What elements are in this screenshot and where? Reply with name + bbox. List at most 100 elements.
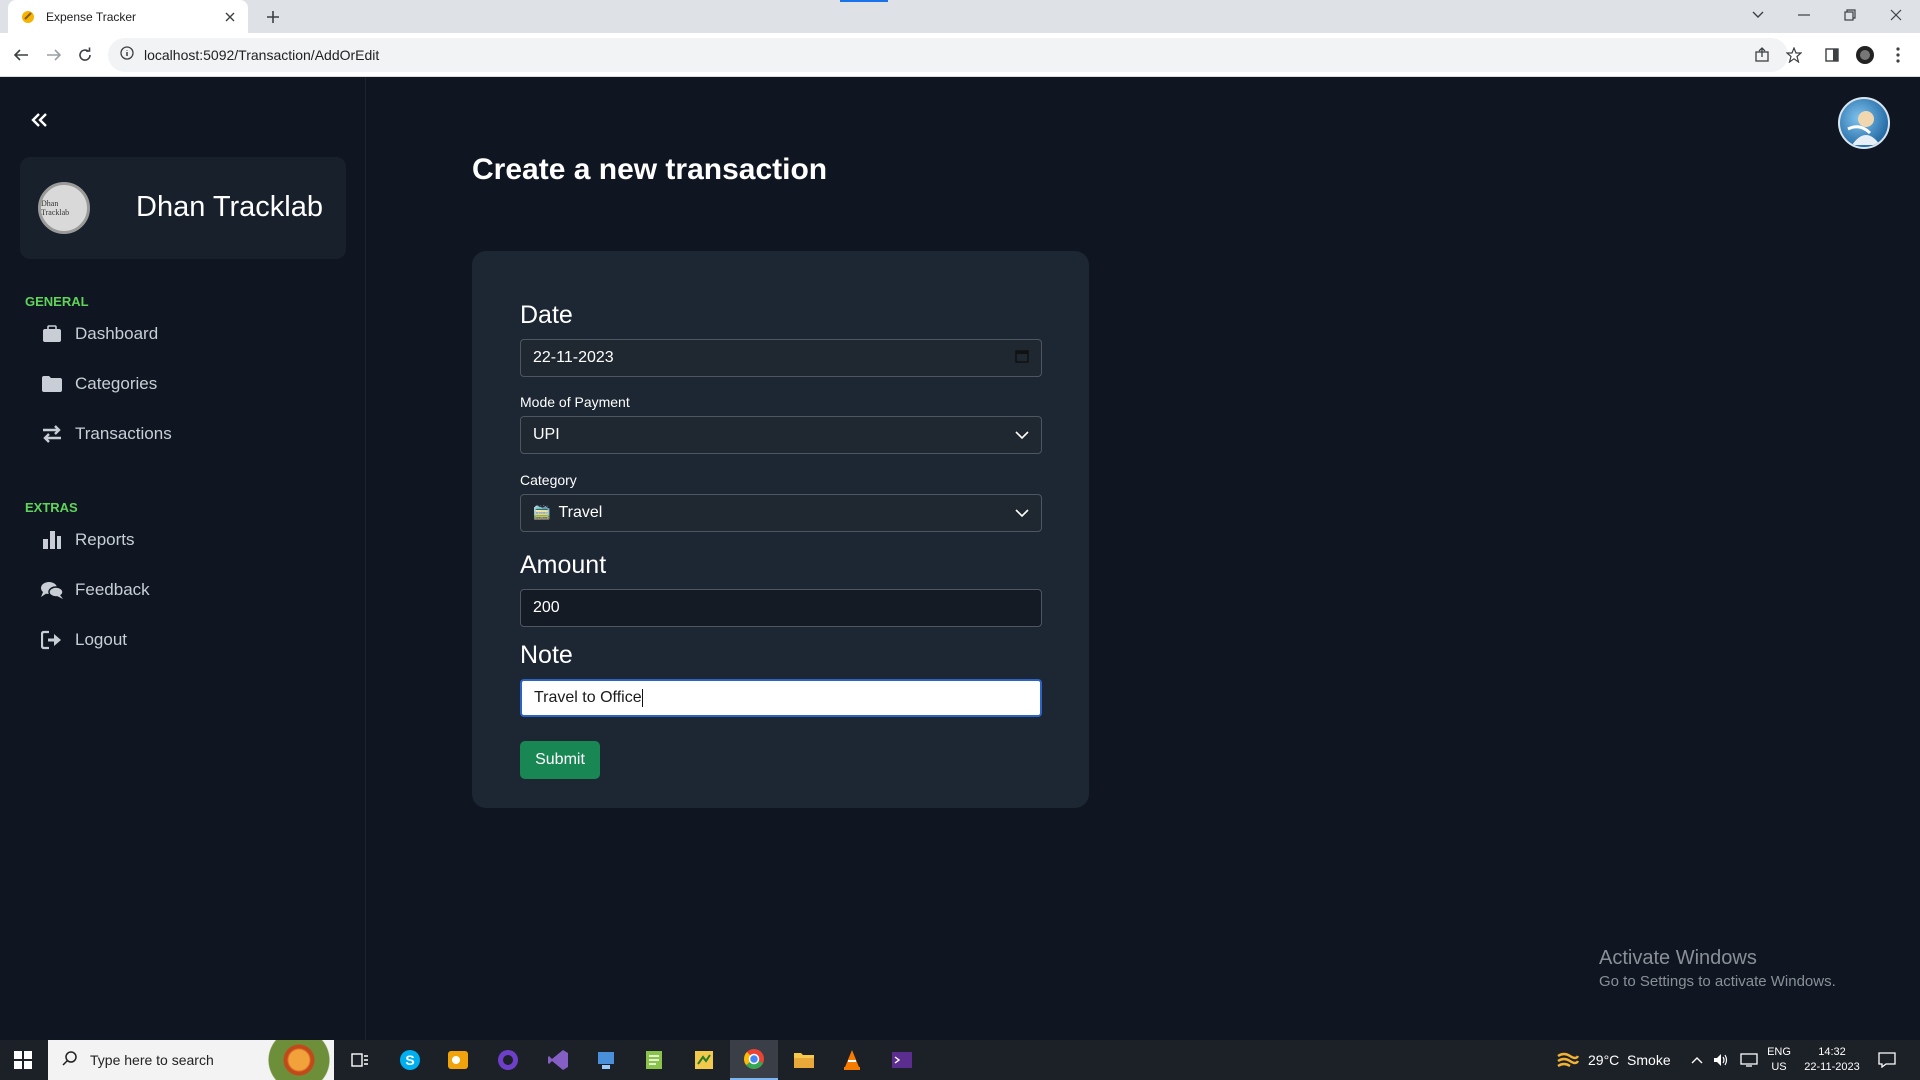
- date-field[interactable]: 22-11-2023: [520, 339, 1042, 377]
- category-emoji-icon: 🚞: [533, 505, 551, 521]
- minimize-icon[interactable]: [1781, 0, 1827, 30]
- clock-time: 14:32: [1818, 1046, 1846, 1058]
- brand-card: Dhan Tracklab Dhan Tracklab: [20, 157, 346, 259]
- windows-taskbar: Type here to search S 29°C Smoke ENG US …: [0, 1040, 1920, 1080]
- network-app-icon[interactable]: [582, 1040, 630, 1080]
- visual-studio-icon[interactable]: [534, 1040, 582, 1080]
- text-caret: [641, 688, 643, 707]
- note-input[interactable]: Travel to Office: [520, 679, 1042, 717]
- category-select[interactable]: 🚞 Travel: [520, 494, 1042, 532]
- section-title-general: GENERAL: [25, 294, 89, 309]
- dashboard-icon: [40, 322, 64, 346]
- note-label: Note: [520, 641, 573, 669]
- weather-widget[interactable]: 29°C Smoke: [1556, 1040, 1671, 1080]
- taskbar-clock[interactable]: 14:32 22-11-2023: [1800, 1040, 1864, 1080]
- volume-icon[interactable]: [1713, 1040, 1729, 1080]
- sidebar-item-label: Feedback: [75, 580, 150, 599]
- weather-text: 29°C Smoke: [1588, 1052, 1671, 1068]
- address-bar[interactable]: localhost:5092/Transaction/AddOrEdit: [108, 38, 1788, 72]
- user-avatar[interactable]: [1838, 97, 1890, 149]
- bookmark-star-icon[interactable]: [1782, 43, 1806, 67]
- browser-menu-icon[interactable]: [1886, 43, 1910, 67]
- tab-title: Expense Tracker: [46, 9, 137, 24]
- collapse-sidebar-icon[interactable]: [26, 107, 52, 133]
- reload-icon[interactable]: [73, 43, 97, 67]
- sidebar-item-reports[interactable]: Reports: [40, 523, 340, 557]
- taskbar-search-placeholder: Type here to search: [90, 1052, 214, 1068]
- brand-logo-text: Dhan Tracklab: [41, 199, 70, 217]
- search-icon: [62, 1050, 78, 1071]
- windows-start-icon[interactable]: [0, 1040, 46, 1080]
- new-tab-plus-icon[interactable]: [262, 6, 284, 28]
- network-icon[interactable]: [1740, 1040, 1758, 1080]
- terminal-icon[interactable]: [878, 1040, 926, 1080]
- clock-date: 22-11-2023: [1804, 1061, 1860, 1073]
- back-arrow-icon[interactable]: [9, 43, 33, 67]
- arrows-exchange-icon: [40, 422, 64, 446]
- browser-toolbar: localhost:5092/Transaction/AddOrEdit: [0, 33, 1920, 77]
- code-editor-icon[interactable]: [680, 1040, 728, 1080]
- close-window-icon[interactable]: [1873, 0, 1919, 30]
- submit-button[interactable]: Submit: [520, 741, 600, 779]
- sidebar-item-label: Dashboard: [75, 324, 159, 343]
- category-label: Category: [520, 472, 577, 488]
- brand-logo: Dhan Tracklab: [38, 182, 90, 234]
- outlook-icon[interactable]: [434, 1040, 482, 1080]
- sidebar: Dhan Tracklab Dhan Tracklab GENERAL Dash…: [0, 77, 366, 1040]
- sidebar-item-categories[interactable]: Categories: [40, 367, 340, 401]
- chrome-icon[interactable]: [730, 1040, 778, 1080]
- chevron-down-icon: [1015, 426, 1029, 444]
- brand-name: Dhan Tracklab: [136, 191, 323, 223]
- skype-icon[interactable]: S: [386, 1040, 434, 1080]
- restore-icon[interactable]: [1827, 0, 1873, 30]
- profile-avatar-icon[interactable]: [1853, 43, 1877, 67]
- comments-icon: [40, 578, 64, 602]
- share-icon[interactable]: [1750, 43, 1774, 67]
- payment-mode-value: UPI: [533, 426, 560, 443]
- sidebar-item-label: Reports: [75, 530, 135, 549]
- sidebar-item-dashboard[interactable]: Dashboard: [40, 317, 340, 351]
- sidebar-item-label: Transactions: [75, 424, 172, 443]
- language-text: ENG: [1767, 1046, 1791, 1058]
- date-value: 22-11-2023: [533, 349, 614, 366]
- search-highlight-icon: [264, 1040, 334, 1080]
- amount-input[interactable]: 200: [520, 589, 1042, 627]
- folder-icon: [40, 372, 64, 396]
- section-title-extras: EXTRAS: [25, 500, 78, 515]
- weather-smoke-icon: [1557, 1052, 1580, 1068]
- date-label: Date: [520, 301, 573, 329]
- category-value: Travel: [558, 504, 603, 521]
- notifications-icon[interactable]: [1878, 1040, 1896, 1080]
- sidebar-item-transactions[interactable]: Transactions: [40, 417, 340, 451]
- payment-mode-select[interactable]: UPI: [520, 416, 1042, 454]
- svg-text:S: S: [405, 1052, 414, 1068]
- amount-value: 200: [533, 599, 560, 616]
- chevron-down-icon: [1015, 504, 1029, 522]
- taskbar-search-box[interactable]: Type here to search: [48, 1040, 334, 1080]
- input-language-indicator[interactable]: ENG US: [1765, 1040, 1793, 1080]
- forward-arrow-icon[interactable]: [42, 43, 66, 67]
- close-tab-icon[interactable]: [222, 9, 238, 25]
- notepad-plus-icon[interactable]: [630, 1040, 678, 1080]
- transaction-form-card: Date 22-11-2023 Mode of Payment UPI Cate…: [472, 251, 1089, 808]
- address-bar-url: localhost:5092/Transaction/AddOrEdit: [144, 47, 380, 63]
- hidden-icons-chevron-icon[interactable]: [1691, 1040, 1703, 1080]
- note-value: Travel to Office: [534, 689, 642, 707]
- watermark-subtitle: Go to Settings to activate Windows.: [1599, 973, 1836, 990]
- sidebar-item-logout[interactable]: Logout: [40, 623, 340, 657]
- github-desktop-icon[interactable]: [484, 1040, 532, 1080]
- sidebar-item-label: Logout: [75, 630, 127, 649]
- sidebar-item-label: Categories: [75, 374, 158, 393]
- side-panel-icon[interactable]: [1820, 43, 1844, 67]
- task-view-icon[interactable]: [336, 1040, 384, 1080]
- calendar-icon[interactable]: [1015, 349, 1029, 368]
- tab-search-chevron-icon[interactable]: [1735, 0, 1781, 30]
- file-explorer-icon[interactable]: [780, 1040, 828, 1080]
- vlc-icon[interactable]: [828, 1040, 876, 1080]
- browser-tab[interactable]: Expense Tracker: [8, 0, 248, 33]
- site-info-icon[interactable]: [120, 45, 134, 65]
- wallet-favicon-icon: [20, 9, 36, 25]
- payment-mode-label: Mode of Payment: [520, 394, 630, 410]
- sidebar-item-feedback[interactable]: Feedback: [40, 573, 340, 607]
- region-text: US: [1771, 1061, 1787, 1073]
